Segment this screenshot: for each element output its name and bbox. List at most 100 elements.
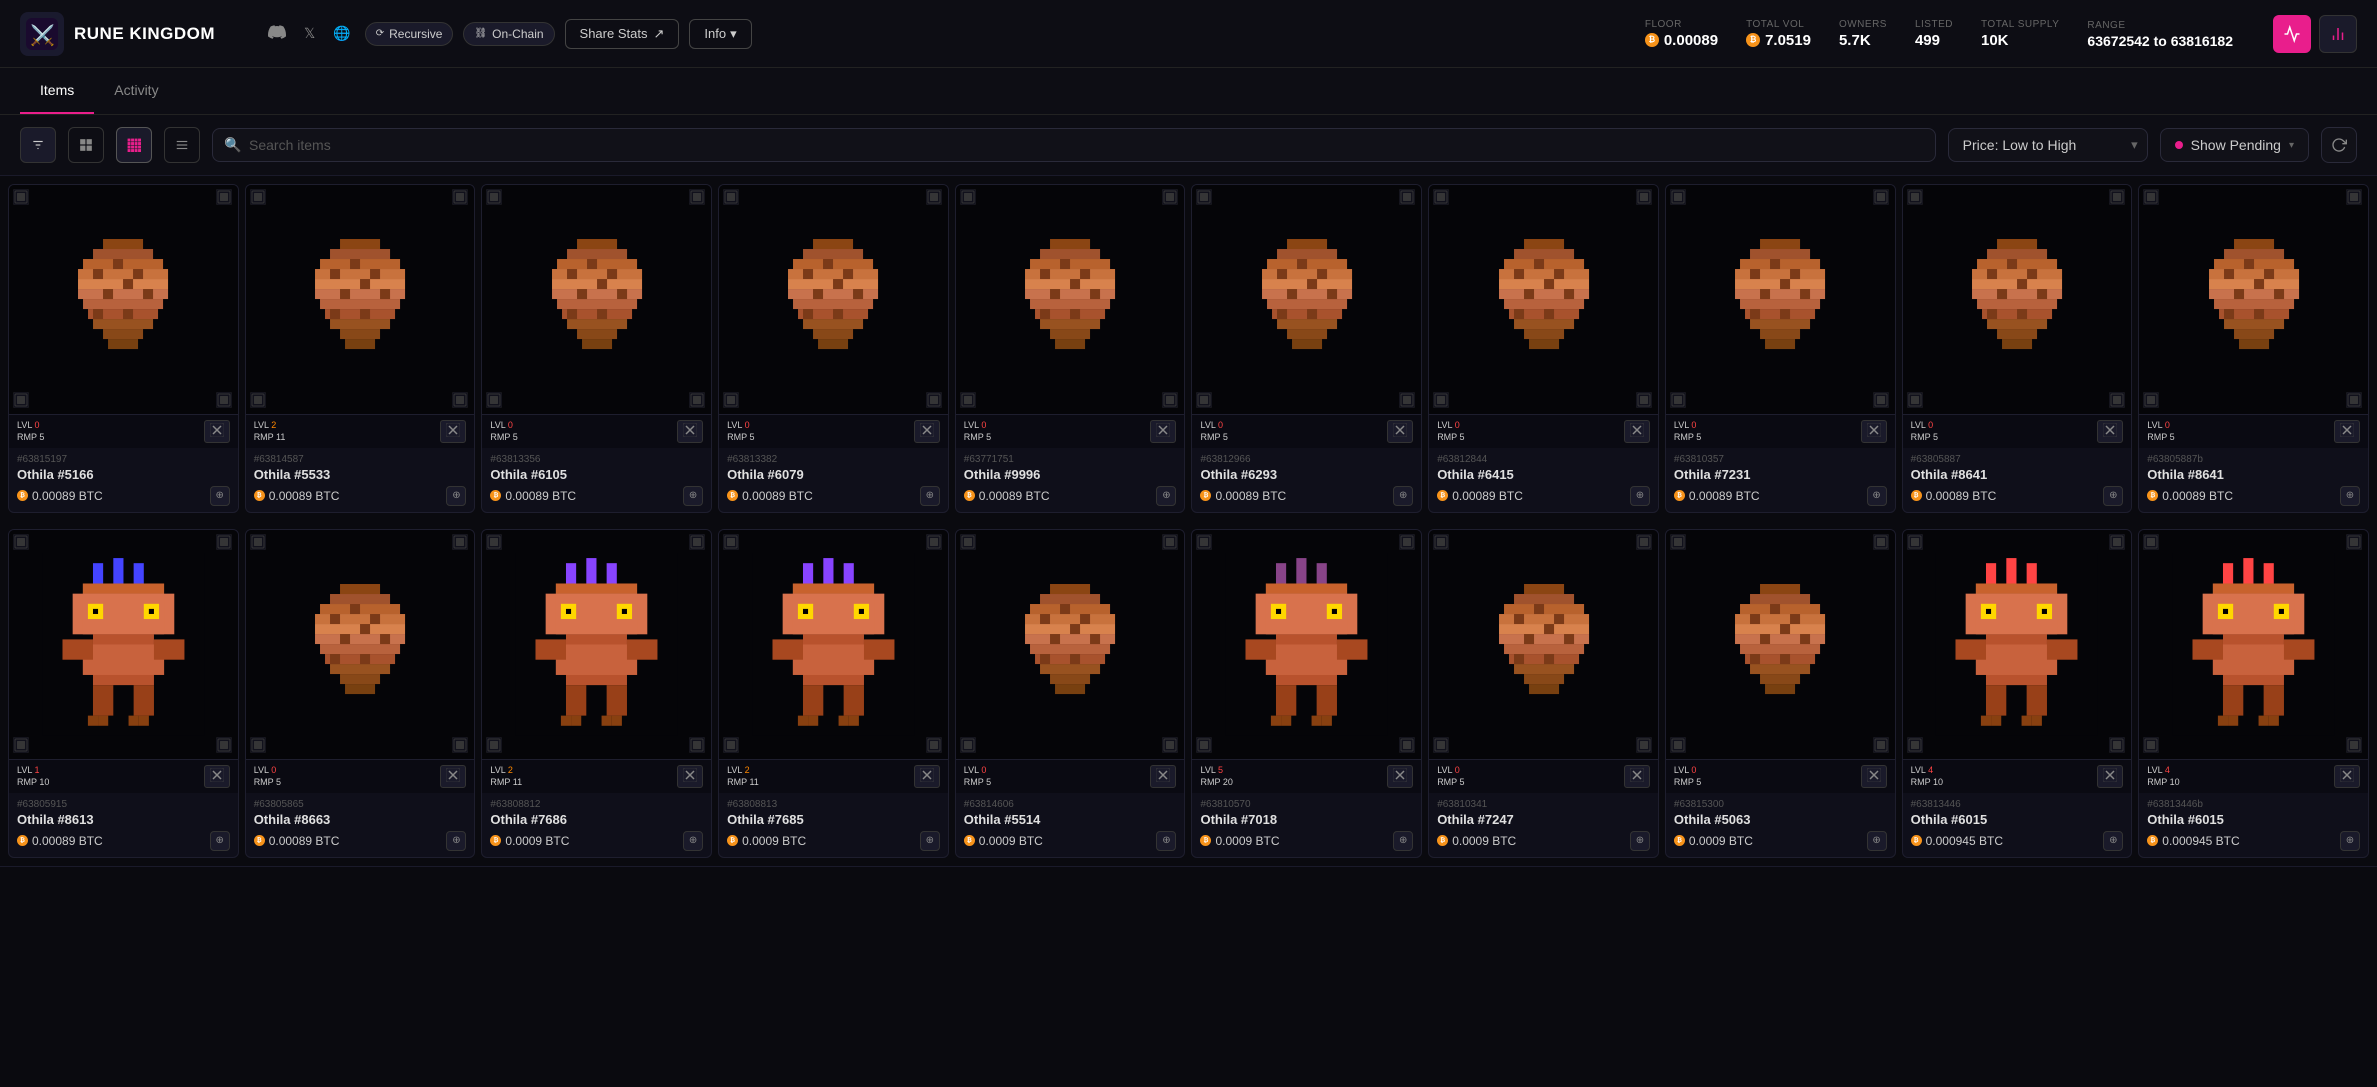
nft-id: #63808812 <box>490 799 703 810</box>
tab-items[interactable]: Items <box>20 68 94 114</box>
discord-icon[interactable] <box>264 21 290 46</box>
qr-br-icon <box>1636 392 1654 410</box>
stat-floor: FLOOR ₿ 0.00089 <box>1645 19 1718 49</box>
rune-icon <box>1387 765 1413 788</box>
nft-level-bar: LVL 0 RMP 5 <box>1192 414 1421 448</box>
floor-value: ₿ 0.00089 <box>1645 32 1718 49</box>
grid-large-button[interactable] <box>68 127 104 163</box>
qr-br-icon <box>452 737 470 755</box>
nft-card[interactable]: LVL 0 RMP 5 #63810341 Othila #7247 ₿ 0.0… <box>1428 529 1659 858</box>
rune-icon <box>914 420 940 443</box>
nft-card[interactable]: LVL 0 RMP 5 #63812966 Othila #6293 ₿ 0.0… <box>1191 184 1422 513</box>
add-to-cart-button[interactable]: ⊕ <box>1393 831 1413 851</box>
nft-info: #63810570 Othila #7018 ₿ 0.0009 BTC ⊕ <box>1192 793 1421 857</box>
show-pending-button[interactable]: Show Pending ▾ <box>2160 128 2309 162</box>
nft-price: ₿ 0.0009 BTC <box>727 834 806 848</box>
add-to-cart-button[interactable]: ⊕ <box>1867 831 1887 851</box>
rune-icon <box>914 765 940 788</box>
nft-level-bar: LVL 2 RMP 11 <box>246 414 475 448</box>
add-to-cart-button[interactable]: ⊕ <box>2340 486 2360 506</box>
bar-chart-button[interactable] <box>2319 15 2357 53</box>
add-to-cart-button[interactable]: ⊕ <box>2103 486 2123 506</box>
total-supply-label: TOTAL SUPPLY <box>1981 19 2059 30</box>
add-to-cart-button[interactable]: ⊕ <box>1393 486 1413 506</box>
rune-icon <box>1624 765 1650 788</box>
qr-tr-icon <box>452 189 470 207</box>
nft-price: ₿ 0.0009 BTC <box>1200 834 1279 848</box>
add-to-cart-button[interactable]: ⊕ <box>1630 831 1650 851</box>
nft-price-row: ₿ 0.000945 BTC ⊕ <box>1911 831 2124 851</box>
info-button[interactable]: Info ▾ <box>689 19 751 49</box>
nft-card[interactable]: LVL 4 RMP 10 #63813446 Othila #6015 ₿ 0.… <box>1902 529 2133 858</box>
add-to-cart-button[interactable]: ⊕ <box>210 831 230 851</box>
twitter-icon[interactable]: 𝕏 <box>300 21 319 46</box>
list-view-button[interactable] <box>164 127 200 163</box>
nft-card[interactable]: LVL 0 RMP 5 #63805887 Othila #8641 ₿ 0.0… <box>1902 184 2133 513</box>
add-to-cart-button[interactable]: ⊕ <box>2103 831 2123 851</box>
refresh-button[interactable] <box>2321 127 2357 163</box>
nft-card[interactable]: LVL 2 RMP 11 #63814587 Othila #5533 ₿ 0.… <box>245 184 476 513</box>
qr-tl-icon <box>1433 534 1451 552</box>
btc-small-icon: ₿ <box>1911 835 1922 846</box>
qr-bl-icon <box>1907 737 1925 755</box>
nft-card[interactable]: LVL 0 RMP 5 #63814606 Othila #5514 ₿ 0.0… <box>955 529 1186 858</box>
tab-activity[interactable]: Activity <box>94 68 178 114</box>
website-icon[interactable]: 🌐 <box>329 21 354 46</box>
add-to-cart-button[interactable]: ⊕ <box>1630 486 1650 506</box>
nft-id: #63814606 <box>964 799 1177 810</box>
nft-image <box>2139 185 2368 414</box>
nft-image <box>1903 530 2132 759</box>
qr-br-icon <box>689 737 707 755</box>
rune-icon <box>1861 420 1887 443</box>
add-to-cart-button[interactable]: ⊕ <box>210 486 230 506</box>
nft-name: Othila #5063 <box>1674 812 1887 827</box>
level-info: LVL 0 RMP 5 <box>254 764 281 789</box>
nft-card[interactable]: LVL 0 RMP 5 #63813356 Othila #6105 ₿ 0.0… <box>481 184 712 513</box>
chart-line-button[interactable] <box>2273 15 2311 53</box>
nft-card[interactable]: LVL 1 RMP 10 #63805915 Othila #8613 ₿ 0.… <box>8 529 239 858</box>
filter-button[interactable] <box>20 127 56 163</box>
nft-card[interactable]: LVL 0 RMP 5 #63805887b Othila #8641 ₿ 0.… <box>2138 184 2369 513</box>
nft-info: #63815300 Othila #5063 ₿ 0.0009 BTC ⊕ <box>1666 793 1895 857</box>
nft-price: ₿ 0.000945 BTC <box>1911 834 2003 848</box>
nft-card[interactable]: LVL 2 RMP 11 #63808812 Othila #7686 ₿ 0.… <box>481 529 712 858</box>
nft-name: Othila #5514 <box>964 812 1177 827</box>
sort-select[interactable]: Price: Low to High Price: High to Low Re… <box>1948 128 2148 162</box>
add-to-cart-button[interactable]: ⊕ <box>920 486 940 506</box>
add-to-cart-button[interactable]: ⊕ <box>446 831 466 851</box>
nft-image <box>9 530 238 759</box>
nft-card[interactable]: LVL 0 RMP 5 #63813382 Othila #6079 ₿ 0.0… <box>718 184 949 513</box>
nft-card[interactable]: LVL 4 RMP 10 #63813446b Othila #6015 ₿ 0… <box>2138 529 2369 858</box>
qr-tl-icon <box>1907 189 1925 207</box>
range-value: 63672542 to 63816182 <box>2087 33 2233 49</box>
add-to-cart-button[interactable]: ⊕ <box>1156 486 1176 506</box>
add-to-cart-button[interactable]: ⊕ <box>1867 486 1887 506</box>
nft-card[interactable]: LVL 2 RMP 11 #63808813 Othila #7685 ₿ 0.… <box>718 529 949 858</box>
add-to-cart-button[interactable]: ⊕ <box>683 486 703 506</box>
qr-br-icon <box>2346 737 2364 755</box>
add-to-cart-button[interactable]: ⊕ <box>446 486 466 506</box>
qr-tl-icon <box>960 189 978 207</box>
grid-small-button[interactable] <box>116 127 152 163</box>
share-stats-button[interactable]: Share Stats ↗ <box>565 19 680 49</box>
add-to-cart-button[interactable]: ⊕ <box>683 831 703 851</box>
nft-card[interactable]: LVL 0 RMP 5 #63771751 Othila #9996 ₿ 0.0… <box>955 184 1186 513</box>
qr-tl-icon <box>723 189 741 207</box>
nft-card[interactable]: LVL 0 RMP 5 #63815197 Othila #5166 ₿ 0.0… <box>8 184 239 513</box>
nft-card[interactable]: LVL 0 RMP 5 #63805865 Othila #8663 ₿ 0.0… <box>245 529 476 858</box>
nft-card[interactable]: LVL 5 RMP 20 #63810570 Othila #7018 ₿ 0.… <box>1191 529 1422 858</box>
nft-card[interactable]: LVL 0 RMP 5 #63812844 Othila #6415 ₿ 0.0… <box>1428 184 1659 513</box>
qr-tr-icon <box>2109 534 2127 552</box>
nft-card[interactable]: LVL 0 RMP 5 #63815300 Othila #5063 ₿ 0.0… <box>1665 529 1896 858</box>
add-to-cart-button[interactable]: ⊕ <box>920 831 940 851</box>
nft-price: ₿ 0.00089 BTC <box>17 834 103 848</box>
add-to-cart-button[interactable]: ⊕ <box>2340 831 2360 851</box>
nft-price-row: ₿ 0.00089 BTC ⊕ <box>490 486 703 506</box>
add-to-cart-button[interactable]: ⊕ <box>1156 831 1176 851</box>
qr-bl-icon <box>723 737 741 755</box>
search-input[interactable] <box>212 128 1936 162</box>
nft-id: #63810357 <box>1674 454 1887 465</box>
qr-br-icon <box>1636 737 1654 755</box>
nft-card[interactable]: LVL 0 RMP 5 #63810357 Othila #7231 ₿ 0.0… <box>1665 184 1896 513</box>
nft-level-bar: LVL 0 RMP 5 <box>1429 414 1658 448</box>
